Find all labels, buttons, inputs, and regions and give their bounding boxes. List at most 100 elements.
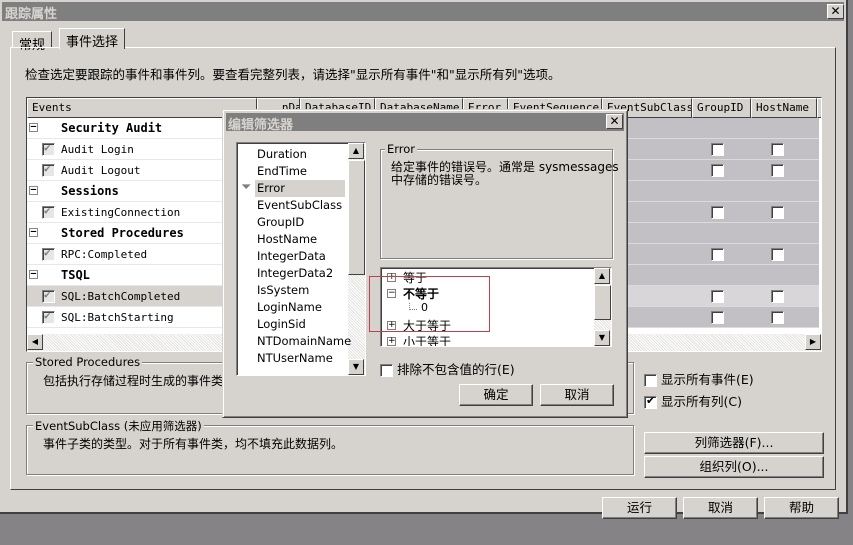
column-filters-button[interactable]: 列筛选器(F)... [644,432,824,454]
scroll-thumb[interactable] [348,160,365,275]
filter-column-item[interactable]: NTDomainName [257,333,351,350]
tree-connector [409,303,417,310]
event-row[interactable]: ✔ Audit Login [27,139,223,160]
collapse-icon[interactable]: – [29,228,38,237]
groupid-checkbox[interactable] [711,143,724,156]
checkbox-box[interactable] [644,374,657,387]
show-all-columns-checkbox[interactable]: ✔ 显示所有列(C) [644,391,742,410]
filter-column-item[interactable]: IntegerData [257,248,326,265]
groupid-checkbox[interactable] [711,311,724,324]
checkmark-icon: ✔ [646,394,656,407]
column-description-group: EventSubClass (未应用筛选器) 事件子类的类型。对于所有事件类，均… [26,418,634,475]
scroll-right-button[interactable]: ▶ [805,334,821,350]
event-label: RPC:Completed [61,248,148,261]
expand-icon[interactable]: + [387,337,396,346]
event-row[interactable]: ✔ SQL:BatchStarting [27,307,223,328]
tab-general[interactable]: 常规 [12,31,53,53]
arrow-down-icon: ▼ [352,362,360,371]
collapse-icon[interactable]: – [29,123,38,132]
filter-column-item[interactable]: Error [255,180,345,197]
close-icon: ✕ [830,4,841,18]
hostname-checkbox[interactable] [771,248,784,261]
hostname-checkbox[interactable] [771,164,784,177]
event-category-row[interactable]: – Stored Procedures [27,223,223,244]
scroll-left-button[interactable]: ◀ [27,334,43,350]
checkbox-box[interactable]: ✔ [644,394,657,409]
filter-operator-tree[interactable]: ▲ ▼ + 等于 − 不等于 0 + 大于等于 + 小于等于 [380,267,612,347]
scroll-up-button[interactable]: ▲ [594,268,610,284]
tree-scrollbar[interactable]: ▲ ▼ [594,268,611,346]
filter-column-item[interactable]: IntegerData2 [257,265,333,282]
hostname-checkbox[interactable] [771,290,784,303]
hostname-checkbox[interactable] [771,143,784,156]
operator-node[interactable]: 等于 [403,269,427,286]
checkbox-box[interactable] [380,364,393,377]
tab-label: 事件选择 [66,35,119,50]
window-close-button[interactable]: ✕ [827,4,844,19]
event-label: SQL:BatchCompleted [61,290,181,303]
groupid-checkbox[interactable] [711,248,724,261]
dialog-cancel-button[interactable]: 取消 [540,384,614,406]
expand-icon[interactable]: + [387,273,396,282]
event-checkbox[interactable]: ✔ [42,288,55,303]
event-row[interactable]: ✔ SQL:BatchCompleted [27,286,223,307]
filter-description-title: Error [385,142,418,156]
event-category-row[interactable]: – Sessions [27,181,223,202]
scroll-down-button[interactable]: ▼ [594,330,610,346]
operator-node[interactable]: 小于等于 [403,333,451,346]
organize-columns-button[interactable]: 组织列(O)... [644,456,824,478]
run-button[interactable]: 运行 [602,497,677,519]
groupid-checkbox[interactable] [711,164,724,177]
event-checkbox[interactable]: ✔ [42,204,55,219]
filter-column-item[interactable]: LoginName [257,299,322,316]
filter-column-list[interactable]: ▲ ▼ Duration EndTime Error ⏷ EventSubClass Gr… [236,142,366,376]
filter-column-item[interactable]: EventSubClass [257,197,342,214]
event-checkbox[interactable]: ✔ [42,141,55,156]
filter-column-item[interactable]: HostName [257,231,317,248]
dialog-titlebar[interactable]: 编辑筛选器 [226,113,624,133]
groupid-checkbox[interactable] [711,206,724,219]
filter-column-item[interactable]: IsSystem [257,282,309,299]
column-header[interactable]: I [817,98,821,118]
event-checkbox[interactable]: ✔ [42,246,55,261]
collapse-icon[interactable]: − [387,289,396,298]
event-row[interactable]: ✔ RPC:Completed [27,244,223,265]
filter-column-item[interactable]: EndTime [257,163,307,180]
help-button[interactable]: 帮助 [764,497,839,519]
exclude-null-rows-checkbox[interactable]: 排除不包含值的行(E) [380,359,515,378]
scroll-thumb[interactable] [594,285,611,320]
event-row[interactable]: ✔ ExistingConnection [27,202,223,223]
cancel-button[interactable]: 取消 [683,497,758,519]
column-header[interactable]: HostName [751,98,817,118]
filter-column-item[interactable]: GroupID [257,214,304,231]
window-title: 跟踪属性 [5,7,58,22]
filter-column-item[interactable]: NTUserName [257,350,333,367]
event-checkbox[interactable]: ✔ [42,162,55,177]
show-all-events-checkbox[interactable]: 显示所有事件(E) [644,369,754,388]
filter-column-item[interactable]: LoginSid [257,316,306,333]
event-category-row[interactable]: – Security Audit [27,118,223,139]
filter-column-item[interactable]: Duration [257,146,307,163]
event-row[interactable]: ✔ Audit Logout [27,160,223,181]
groupid-checkbox[interactable] [711,290,724,303]
event-category-row[interactable]: – TSQL [27,265,223,286]
window-titlebar[interactable]: 跟踪属性 [2,2,844,22]
tab-event-selection[interactable]: 事件选择 [59,28,126,50]
collapse-icon[interactable]: – [29,186,38,195]
dialog-ok-button[interactable]: 确定 [459,384,533,406]
operator-node[interactable]: 大于等于 [403,317,451,334]
scroll-down-button[interactable]: ▼ [348,359,364,375]
column-header[interactable]: GroupID [692,98,751,118]
hostname-checkbox[interactable] [771,206,784,219]
operator-node[interactable]: 不等于 [403,285,439,302]
dialog-close-button[interactable]: ✕ [606,114,623,129]
column-description-title: EventSubClass (未应用筛选器) [33,418,204,434]
event-checkbox[interactable]: ✔ [42,309,55,324]
collapse-icon[interactable]: – [29,270,38,279]
arrow-right-icon: ▶ [809,337,817,346]
expand-icon[interactable]: + [387,321,396,330]
operator-value-node[interactable]: 0 [421,301,428,314]
event-label: Audit Login [61,143,134,156]
hostname-checkbox[interactable] [771,311,784,324]
scroll-up-button[interactable]: ▲ [348,143,364,159]
